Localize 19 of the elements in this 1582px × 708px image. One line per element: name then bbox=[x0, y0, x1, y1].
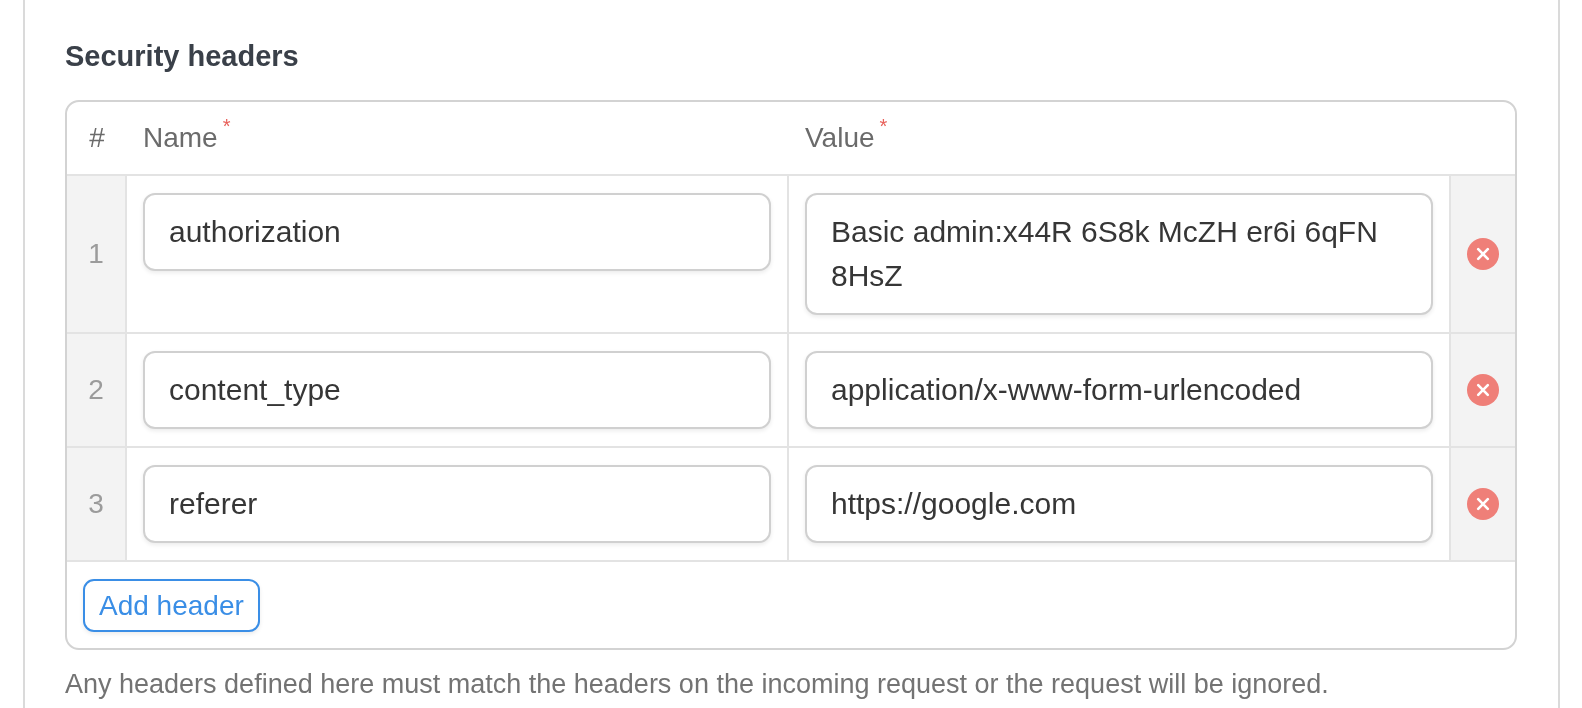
required-mark: * bbox=[879, 116, 888, 136]
column-header: # bbox=[89, 122, 105, 153]
row-number: 2 bbox=[67, 334, 127, 446]
name-field[interactable]: content_type bbox=[143, 351, 771, 429]
value-field[interactable]: application/x-www-form-urlencoded bbox=[805, 351, 1433, 429]
column-header: Name bbox=[143, 122, 218, 154]
close-icon[interactable] bbox=[1467, 374, 1499, 406]
close-icon[interactable] bbox=[1467, 488, 1499, 520]
required-mark: * bbox=[222, 116, 231, 136]
value-field[interactable]: https://google.com bbox=[805, 465, 1433, 543]
close-icon[interactable] bbox=[1467, 238, 1499, 270]
name-field[interactable]: authorization bbox=[143, 193, 771, 271]
help-text: Any headers defined here must match the headers on the incoming request or the request will be ignored. bbox=[65, 668, 1329, 701]
row-number: 3 bbox=[67, 448, 127, 560]
column-header: Value bbox=[805, 122, 875, 154]
name-field[interactable]: referer bbox=[143, 465, 771, 543]
value-field[interactable]: Basic admin:x44R 6S8k McZH er6i 6qFN 8HsZ bbox=[805, 193, 1433, 315]
section-title: Security headers bbox=[65, 39, 299, 74]
row-number: 1 bbox=[67, 176, 127, 332]
